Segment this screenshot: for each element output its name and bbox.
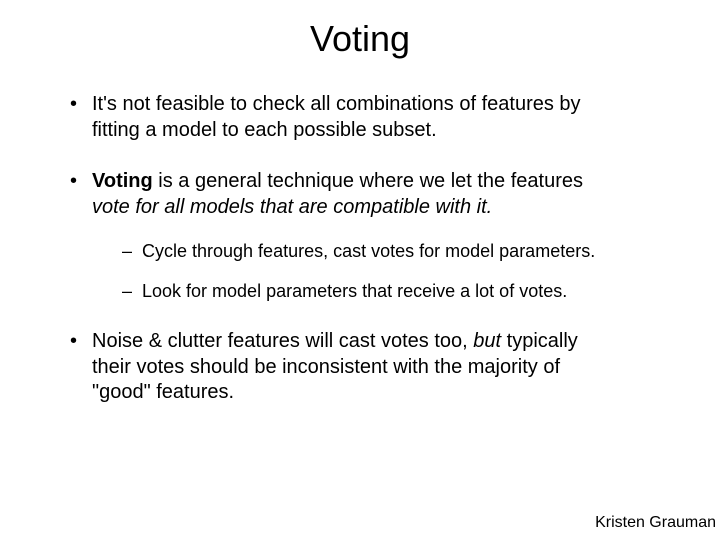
sub-text: Look for model parameters that receive a…: [142, 281, 567, 301]
bullet-text: fitting a model to each possible subset.: [92, 119, 437, 141]
bullet-text: their votes should be inconsistent with …: [92, 356, 560, 378]
sub-text: Cycle through features, cast votes for m…: [142, 241, 595, 261]
sub-item: Look for model parameters that receive a…: [122, 280, 690, 303]
bullet-text: "good" features.: [92, 381, 234, 403]
bullet-item: It's not feasible to check all combinati…: [70, 92, 690, 143]
bullet-italic: vote for all models that are compatible …: [92, 196, 492, 218]
bullet-text: typically: [501, 330, 578, 352]
bullet-item: Voting is a general technique where we l…: [70, 169, 690, 303]
bullet-item: Noise & clutter features will cast votes…: [70, 329, 690, 406]
bullet-text: is a general technique where we let the …: [153, 170, 583, 192]
sub-list: Cycle through features, cast votes for m…: [92, 240, 690, 303]
slide: Voting It's not feasible to check all co…: [0, 0, 720, 540]
slide-title: Voting: [30, 18, 690, 60]
bullet-bold: Voting: [92, 170, 153, 192]
bullet-text: Noise & clutter features will cast votes…: [92, 330, 473, 352]
bullet-list: It's not feasible to check all combinati…: [30, 92, 690, 406]
bullet-italic: but: [473, 330, 501, 352]
sub-item: Cycle through features, cast votes for m…: [122, 240, 690, 263]
bullet-text: It's not feasible to check all combinati…: [92, 93, 581, 115]
credit-text: Kristen Grauman: [595, 514, 716, 532]
